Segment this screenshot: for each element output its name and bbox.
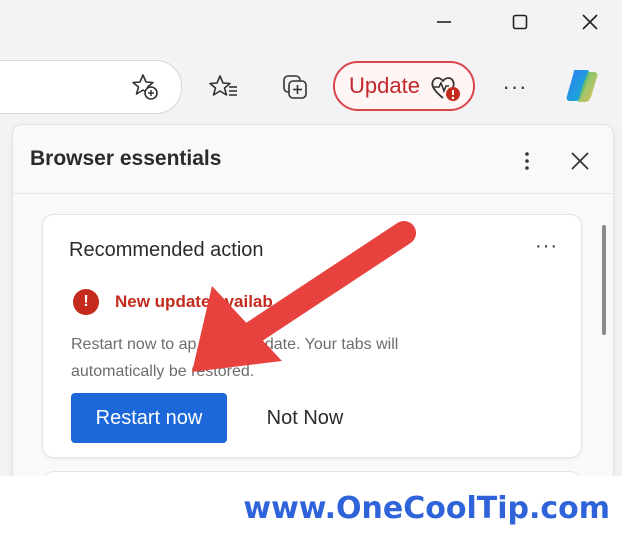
- pane-scrollbar[interactable]: [602, 225, 606, 335]
- browser-health-icon: [429, 73, 461, 103]
- alert-text: New update availab: [115, 292, 273, 311]
- pane-close-icon[interactable]: [566, 147, 594, 175]
- copilot-icon[interactable]: [562, 66, 602, 106]
- collections-icon[interactable]: [279, 71, 311, 103]
- not-now-button[interactable]: Not Now: [245, 393, 365, 443]
- favorites-icon[interactable]: [208, 71, 240, 103]
- pane-menu-icon[interactable]: [517, 147, 537, 175]
- pane-title: Browser essentials: [30, 147, 222, 170]
- pane-divider: [13, 193, 613, 194]
- card-more-button[interactable]: ···: [535, 235, 558, 258]
- browser-essentials-pane: Browser essentials Recommended action ··…: [12, 124, 614, 476]
- update-label: Update: [349, 73, 420, 98]
- watermark: www.OneCoolTip.com: [0, 476, 622, 541]
- card-description-line1: Restart now to ap latest update. Your ta…: [71, 336, 399, 353]
- card-title: Recommended action: [69, 239, 264, 261]
- add-favorite-icon[interactable]: [130, 72, 160, 102]
- minimize-icon[interactable]: [430, 8, 458, 36]
- close-icon[interactable]: [576, 8, 604, 36]
- restart-now-button[interactable]: Restart now: [71, 393, 227, 443]
- browser-screenshot: Update ··· Browser essentials Recommende…: [0, 0, 622, 476]
- update-button[interactable]: Update: [333, 61, 475, 111]
- card-description: Restart now to ap latest update. Your ta…: [71, 331, 541, 385]
- card-description-line2: automatically be restored.: [71, 363, 255, 380]
- watermark-text: www.OneCoolTip.com: [243, 491, 610, 526]
- settings-more-button[interactable]: ···: [499, 71, 531, 103]
- recommended-action-card: Recommended action ··· ! New update avai…: [42, 214, 582, 458]
- maximize-icon[interactable]: [506, 8, 534, 36]
- alert-icon: !: [73, 289, 99, 315]
